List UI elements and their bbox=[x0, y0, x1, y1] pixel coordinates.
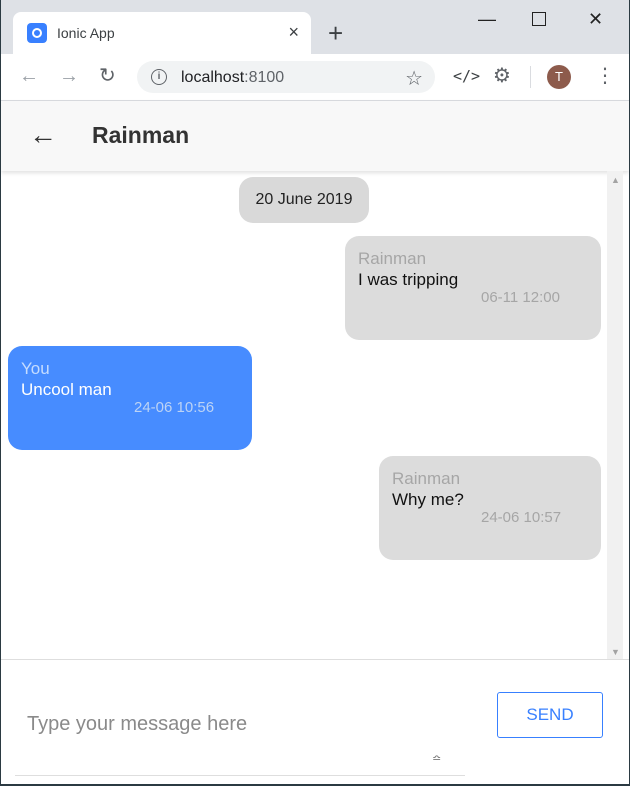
gear-extension-icon[interactable]: ⚙ bbox=[493, 63, 511, 88]
message-time: 24-06 10:56 bbox=[134, 399, 215, 416]
message-bubble: Rainman Why me? 24-06 10:57 bbox=[379, 456, 601, 560]
forward-arrow-icon[interactable]: → bbox=[59, 64, 79, 88]
scroll-down-icon[interactable]: ▼ bbox=[611, 647, 620, 657]
tab-close-icon[interactable]: × bbox=[288, 21, 299, 43]
message-bubble: You Uncool man 24-06 10:56 bbox=[8, 346, 252, 450]
new-tab-button[interactable]: + bbox=[328, 20, 343, 46]
tab-title: Ionic App bbox=[57, 25, 115, 41]
info-icon[interactable]: i bbox=[151, 69, 167, 85]
message-text: Why me? bbox=[392, 490, 464, 509]
back-arrow-icon[interactable]: ← bbox=[19, 64, 39, 88]
back-arrow-icon[interactable]: ← bbox=[29, 119, 57, 151]
message-time: 06-11 12:00 bbox=[481, 289, 560, 306]
maximize-icon bbox=[532, 12, 546, 26]
devtools-extension-icon[interactable]: </> bbox=[453, 67, 480, 85]
ionic-favicon-icon bbox=[27, 23, 47, 43]
message-author: Rainman bbox=[358, 249, 427, 268]
profile-avatar[interactable]: T bbox=[547, 65, 571, 89]
resize-grip-icon[interactable]: ≏ bbox=[432, 752, 441, 765]
chat-content[interactable]: 20 June 2019 Rainman I was tripping 06-1… bbox=[1, 171, 607, 659]
url-port: :8100 bbox=[244, 69, 285, 86]
footer-divider bbox=[1, 659, 629, 660]
tab-ionic-app[interactable]: Ionic App × bbox=[13, 12, 311, 54]
message-text: Uncool man bbox=[21, 380, 112, 399]
page-title: Rainman bbox=[92, 122, 190, 148]
url-text[interactable]: localhost:8100 bbox=[181, 69, 284, 87]
toolbar-divider bbox=[530, 66, 531, 88]
more-vert-icon[interactable]: ⋮ bbox=[595, 64, 615, 88]
message-author: Rainman bbox=[392, 469, 461, 488]
browser-toolbar: ← → ↻ i localhost:8100 ☆ </> ⚙ T ⋮ bbox=[1, 54, 629, 101]
send-button[interactable]: SEND bbox=[497, 692, 603, 738]
message-input[interactable] bbox=[15, 705, 447, 765]
maximize-button[interactable] bbox=[532, 8, 546, 31]
app-header: ← Rainman bbox=[1, 101, 629, 171]
browser-window: Ionic App × + — ✕ ← → ↻ i localhost:8100… bbox=[1, 0, 629, 784]
window-close-button[interactable]: ✕ bbox=[588, 8, 603, 30]
address-bar[interactable]: i localhost:8100 ☆ bbox=[137, 61, 435, 93]
message-author: You bbox=[21, 359, 50, 378]
date-chip: 20 June 2019 bbox=[239, 177, 369, 223]
scroll-up-icon[interactable]: ▲ bbox=[611, 175, 620, 185]
minimize-button[interactable]: — bbox=[478, 8, 496, 30]
ionic-app: ← Rainman 20 June 2019 Rainman I was tri… bbox=[1, 101, 629, 784]
input-underline bbox=[15, 775, 465, 776]
chat-scrollbar[interactable]: ▲ ▼ bbox=[607, 171, 623, 659]
message-bubble: Rainman I was tripping 06-11 12:00 bbox=[345, 236, 601, 340]
bookmark-star-icon[interactable]: ☆ bbox=[405, 66, 423, 91]
url-host: localhost bbox=[181, 69, 245, 86]
message-text: I was tripping bbox=[358, 270, 459, 289]
reload-icon[interactable]: ↻ bbox=[99, 64, 116, 88]
message-time: 24-06 10:57 bbox=[481, 509, 562, 526]
tab-strip: Ionic App × + — ✕ bbox=[1, 0, 629, 54]
